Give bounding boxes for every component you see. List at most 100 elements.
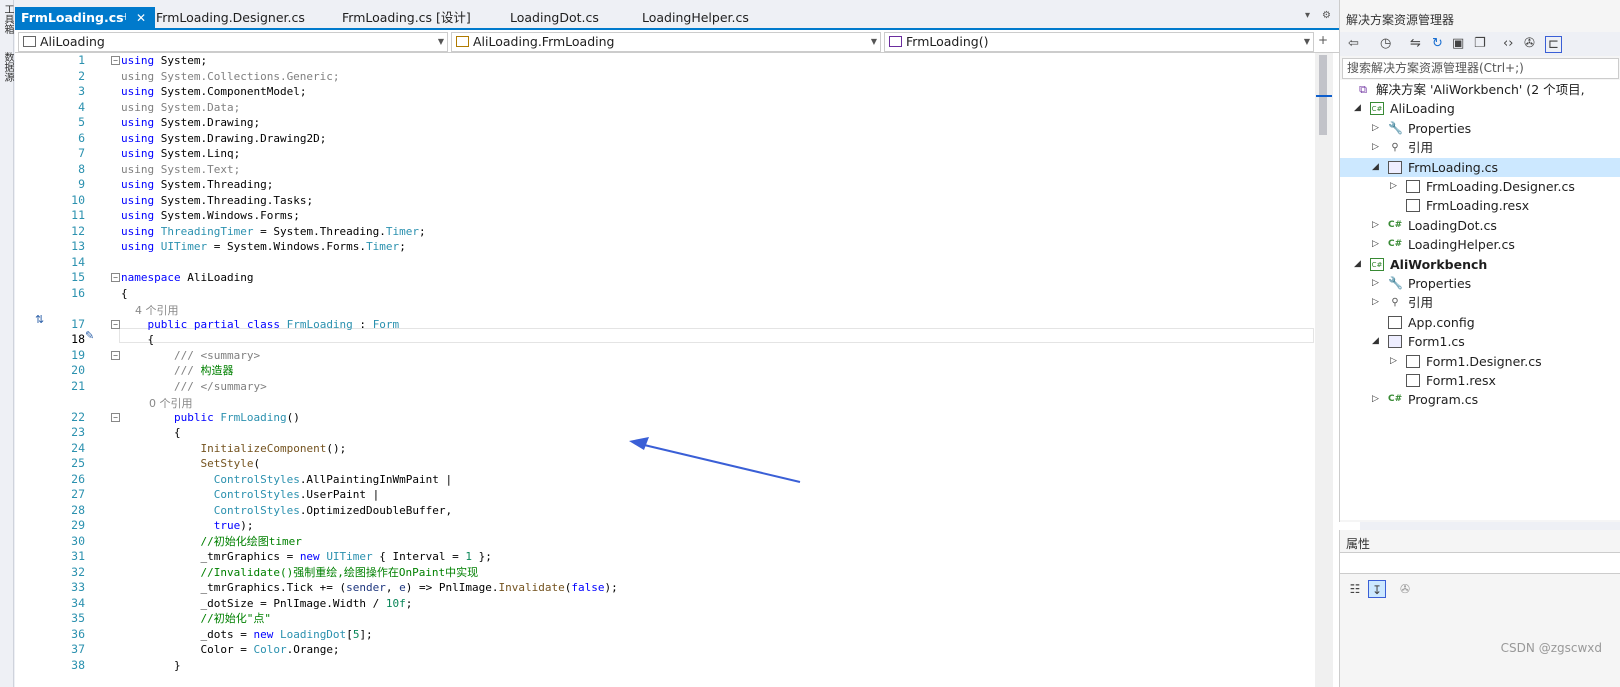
- collapsed-chevron-icon[interactable]: ▷: [1372, 274, 1379, 293]
- project-icon: [23, 36, 36, 47]
- collapsed-chevron-icon[interactable]: ▷: [1372, 390, 1379, 409]
- solution-tree: ⧉ 解决方案 'AliWorkbench' (2 个项目, ◢ C# AliLoadin…: [1340, 80, 1620, 520]
- expanded-chevron-icon[interactable]: ◢: [1354, 99, 1361, 118]
- tree-item-label: App.config: [1408, 314, 1475, 330]
- code-icon[interactable]: ‹›: [1503, 36, 1513, 51]
- back-forward-icon[interactable]: ⇦: [1348, 36, 1359, 51]
- project-dropdown[interactable]: AliLoading ▼: [18, 32, 448, 52]
- tree-item-label: Form1.cs: [1408, 334, 1465, 350]
- tree-item[interactable]: ▷ C# LoadingHelper.cs: [1340, 235, 1620, 255]
- tree-item-label: Form1.Designer.cs: [1426, 353, 1542, 369]
- tree-item-label: AliLoading: [1390, 101, 1455, 117]
- tree-item[interactable]: ◢ C# AliLoading: [1340, 99, 1620, 119]
- tree-item[interactable]: ▷ FrmLoading.Designer.cs: [1340, 177, 1620, 197]
- tab-frmloading-design[interactable]: FrmLoading.cs [设计]: [336, 7, 496, 30]
- references-icon: ⚲: [1391, 297, 1399, 309]
- tree-item[interactable]: ▷ C# LoadingDot.cs: [1340, 216, 1620, 236]
- tree-item[interactable]: ◢ C# AliWorkbench: [1340, 255, 1620, 275]
- tree-item[interactable]: Form1.resx: [1340, 371, 1620, 391]
- code-area[interactable]: 1− using System; 2 using System.Collections…: [15, 53, 1335, 687]
- collapsed-chevron-icon[interactable]: ▷: [1372, 293, 1379, 312]
- form-icon: [1388, 160, 1402, 174]
- collapsed-chevron-icon[interactable]: ▷: [1372, 216, 1379, 235]
- solution-explorer-toolbar: ⇦ ◷ ⇋ ↻ ▣ ❐ ‹› ✇ ⊏: [1340, 32, 1620, 56]
- tree-item-label: FrmLoading.Designer.cs: [1426, 179, 1575, 194]
- expanded-chevron-icon[interactable]: ◢: [1372, 332, 1379, 351]
- class-icon: [456, 36, 469, 47]
- history-icon[interactable]: ◷: [1380, 36, 1391, 51]
- alphabetical-icon[interactable]: ↧: [1368, 580, 1386, 598]
- tab-loadinghelper[interactable]: LoadingHelper.cs: [636, 7, 786, 30]
- csharp-project-icon: C#: [1370, 257, 1384, 271]
- csharp-project-icon: C#: [1370, 102, 1384, 116]
- type-dropdown[interactable]: AliLoading.FrmLoading ▼: [451, 32, 881, 52]
- sync-icon[interactable]: ⇋: [1410, 36, 1421, 51]
- tree-item[interactable]: ◢ FrmLoading.cs: [1340, 157, 1620, 178]
- vertical-scrollbar[interactable]: [1315, 53, 1333, 687]
- refresh-icon[interactable]: ↻: [1432, 36, 1443, 51]
- csharp-file-icon: C#: [1388, 394, 1403, 405]
- tab-loadingdot[interactable]: LoadingDot.cs: [504, 7, 624, 30]
- type-dropdown-value: AliLoading.FrmLoading: [473, 34, 615, 49]
- collapsed-chevron-icon[interactable]: ▷: [1372, 119, 1379, 138]
- solution-search-input[interactable]: 搜索解决方案资源管理器(Ctrl+;): [1342, 58, 1619, 79]
- data-sources-tab[interactable]: 数据源: [1, 52, 13, 82]
- tab-frmloading-cs[interactable]: FrmLoading.cs ⊣ ✕: [15, 7, 155, 30]
- properties-object-selector[interactable]: [1340, 552, 1620, 574]
- document-icon: [1406, 180, 1420, 193]
- pin-icon[interactable]: ⊏: [1545, 36, 1562, 53]
- settings-gear-icon[interactable]: ⚙: [1322, 10, 1331, 21]
- chevron-down-icon: ▼: [437, 37, 444, 46]
- tab-label: LoadingDot.cs: [510, 10, 599, 25]
- tree-item-label: Properties: [1408, 120, 1472, 136]
- project-dropdown-value: AliLoading: [40, 34, 105, 49]
- property-pages-icon[interactable]: ✇: [1396, 580, 1414, 598]
- tree-item[interactable]: ▷ Form1.Designer.cs: [1340, 352, 1620, 372]
- tab-overflow-icon[interactable]: ▾: [1305, 10, 1310, 21]
- collapsed-chevron-icon[interactable]: ▷: [1372, 235, 1379, 254]
- document-icon: [1406, 199, 1420, 213]
- tab-label: FrmLoading.cs [设计]: [342, 10, 471, 25]
- collapsed-chevron-icon[interactable]: ▷: [1390, 177, 1397, 196]
- toolbox-tab[interactable]: 工具箱: [1, 4, 13, 34]
- wrench-icon: 🔧: [1388, 120, 1403, 135]
- tree-item-label: AliWorkbench: [1390, 256, 1488, 272]
- wrench-icon[interactable]: ✇: [1524, 36, 1535, 51]
- collapsed-chevron-icon[interactable]: ▷: [1390, 352, 1397, 371]
- tree-item-label: 引用: [1408, 140, 1434, 156]
- collapsed-chevron-icon[interactable]: ▷: [1372, 138, 1379, 157]
- tab-label: FrmLoading.cs: [21, 10, 124, 25]
- left-tool-strip: 工具箱 数据源: [0, 0, 14, 687]
- tree-item[interactable]: FrmLoading.resx: [1340, 196, 1620, 216]
- expanded-chevron-icon[interactable]: ◢: [1354, 255, 1361, 274]
- collapse-all-icon[interactable]: ▣: [1452, 36, 1464, 51]
- tree-item-label: Program.cs: [1408, 392, 1479, 408]
- wrench-icon: 🔧: [1388, 276, 1403, 290]
- tree-item[interactable]: App.config: [1340, 313, 1620, 333]
- tree-item[interactable]: ▷ ⚲ 引用: [1340, 293, 1620, 313]
- tree-item[interactable]: ▷ 🔧 Properties: [1340, 119, 1620, 139]
- solution-explorer-title: 解决方案资源管理器: [1346, 13, 1455, 27]
- code-editor: FrmLoading.cs ⊣ ✕ FrmLoading.Designer.cs…: [15, 0, 1360, 687]
- member-dropdown[interactable]: FrmLoading() ▼: [884, 32, 1314, 52]
- split-view-icon[interactable]: +: [1318, 33, 1328, 47]
- method-icon: [889, 36, 902, 47]
- tab-frmloading-designer[interactable]: FrmLoading.Designer.cs: [150, 7, 325, 30]
- csharp-file-icon: C#: [1388, 239, 1403, 250]
- tree-item[interactable]: ▷ C# Program.cs: [1340, 390, 1620, 410]
- tab-label: LoadingHelper.cs: [642, 10, 749, 25]
- pin-icon[interactable]: ⊣: [118, 7, 127, 29]
- categorized-icon[interactable]: ☷: [1346, 580, 1364, 598]
- tree-item[interactable]: ◢ Form1.cs: [1340, 332, 1620, 352]
- chevron-down-icon: ▼: [870, 37, 877, 46]
- references-icon: ⚲: [1391, 142, 1399, 154]
- tree-item[interactable]: ▷ ⚲ 引用: [1340, 138, 1620, 158]
- expanded-chevron-icon[interactable]: ◢: [1372, 158, 1379, 177]
- close-icon[interactable]: ✕: [136, 7, 146, 29]
- visual-studio-window: 工具箱 数据源 FrmLoading.cs ⊣ ✕ FrmLoading.Des…: [0, 0, 1620, 687]
- tree-item[interactable]: ⧉ 解决方案 'AliWorkbench' (2 个项目,: [1340, 80, 1620, 100]
- tree-item[interactable]: ▷ 🔧 Properties: [1340, 274, 1620, 294]
- copy-icon[interactable]: ❐: [1474, 36, 1486, 51]
- navigation-bar: AliLoading ▼ AliLoading.FrmLoading ▼ FrmLo…: [15, 31, 1360, 53]
- member-dropdown-value: FrmLoading(): [906, 34, 989, 49]
